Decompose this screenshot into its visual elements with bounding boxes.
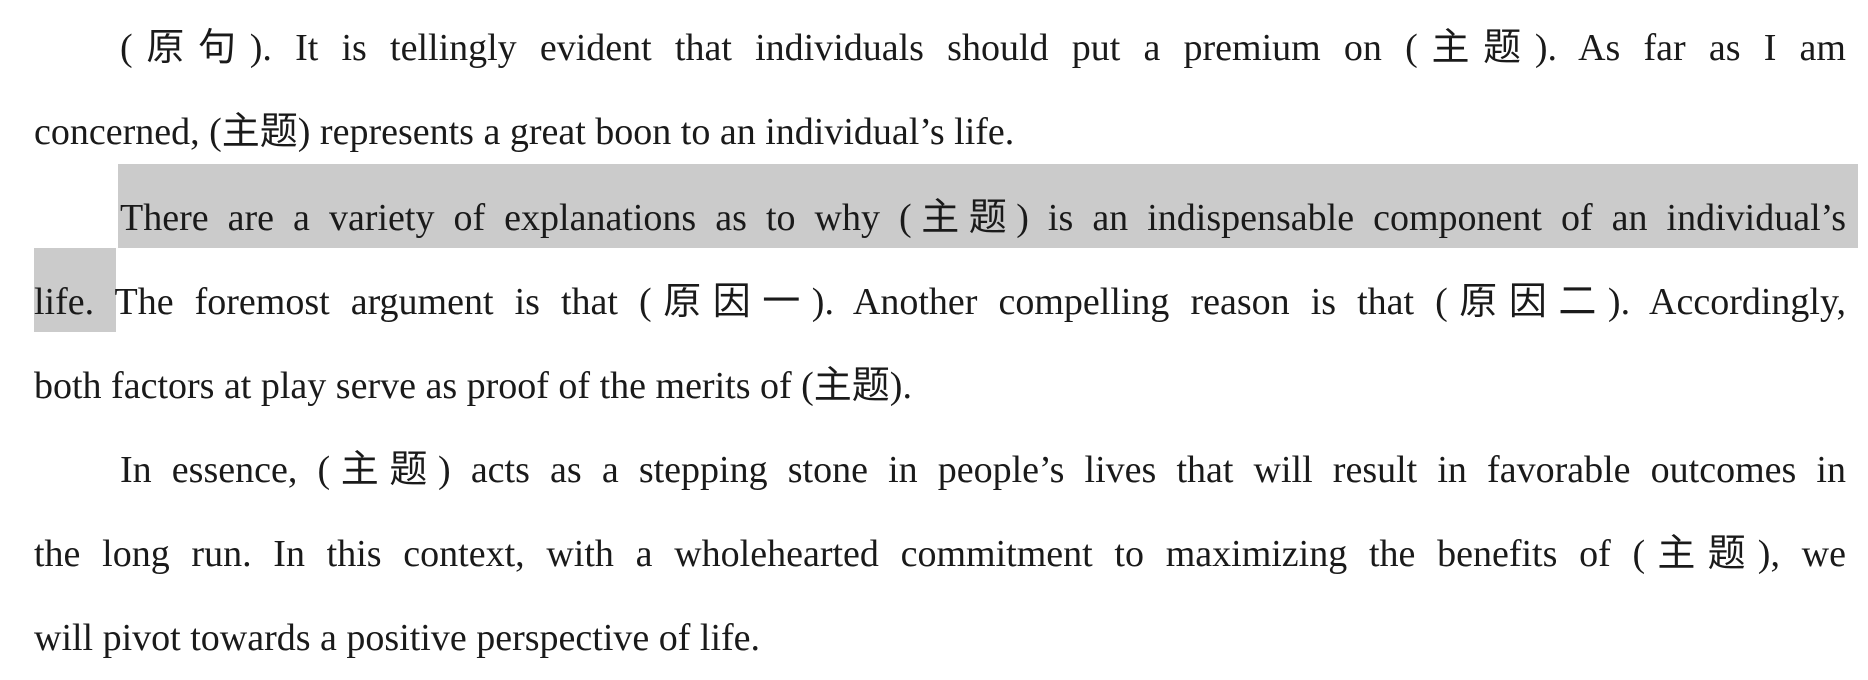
text-line: (原句). It is tellingly evident that indiv…: [0, 6, 1868, 90]
text-line: the long run. In this context, with a wh…: [0, 512, 1868, 596]
line-text: In essence, (主题) acts as a stepping ston…: [120, 449, 1846, 491]
line-text: There are a variety of explanations as t…: [120, 197, 1846, 239]
line-text: will pivot towards a positive perspectiv…: [34, 617, 761, 659]
line-text: both factors at play serve as proof of t…: [34, 365, 912, 407]
text-line: In essence, (主题) acts as a stepping ston…: [0, 428, 1868, 512]
text-line: concerned, (主题) represents a great boon …: [0, 90, 1868, 174]
line-text: the long run. In this context, with a wh…: [34, 533, 1846, 575]
text-line: will pivot towards a positive perspectiv…: [0, 596, 1868, 680]
text-line: life. The foremost argument is that (原因一…: [0, 260, 1868, 344]
document-page: (原句). It is tellingly evident that indiv…: [0, 0, 1868, 678]
text-line: There are a variety of explanations as t…: [0, 176, 1868, 260]
line-text: life. The foremost argument is that (原因一…: [34, 281, 1846, 323]
line-text: concerned, (主题) represents a great boon …: [34, 111, 1015, 153]
text-line: both factors at play serve as proof of t…: [0, 344, 1868, 428]
line-text: (原句). It is tellingly evident that indiv…: [120, 27, 1846, 69]
